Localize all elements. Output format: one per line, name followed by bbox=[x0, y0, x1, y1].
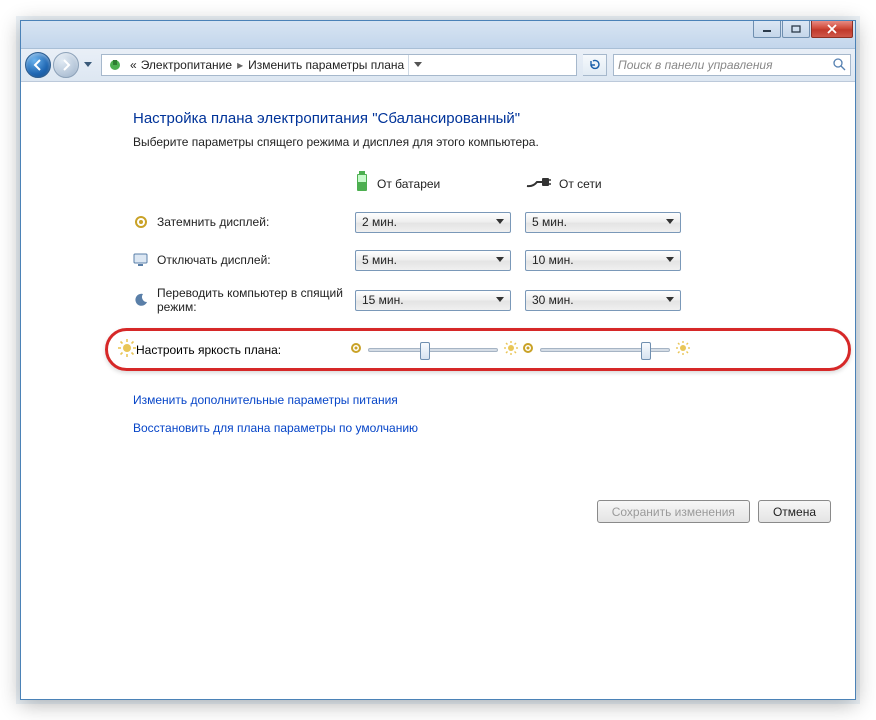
chevron-down-icon bbox=[662, 293, 677, 308]
column-plugged-label: От сети bbox=[559, 177, 602, 191]
history-dropdown[interactable] bbox=[81, 55, 95, 75]
brightness-plugged-slider-group bbox=[522, 341, 690, 358]
links: Изменить дополнительные параметры питани… bbox=[133, 393, 831, 435]
dim-battery-value: 2 мин. bbox=[362, 215, 397, 229]
search-placeholder: Поиск в панели управления bbox=[618, 58, 773, 72]
dim-icon bbox=[133, 214, 149, 230]
window: « Электропитание ▸ Изменить параметры пл… bbox=[20, 20, 856, 700]
page-title: Настройка плана электропитания "Сбаланси… bbox=[133, 110, 831, 127]
brightness-plugged-slider[interactable] bbox=[540, 348, 670, 352]
chevron-right-icon: ▸ bbox=[237, 58, 243, 72]
dim-battery-select[interactable]: 2 мин. bbox=[355, 212, 511, 233]
row-sleep-label: Переводить компьютер в спящий режим: bbox=[157, 286, 355, 314]
search-icon bbox=[832, 57, 846, 74]
brightness-battery-slider[interactable] bbox=[368, 348, 498, 352]
footer-buttons: Сохранить изменения Отмена bbox=[597, 500, 831, 523]
restore-defaults-link[interactable]: Восстановить для плана параметры по умол… bbox=[133, 421, 831, 435]
cancel-button[interactable]: Отмена bbox=[758, 500, 831, 523]
dim-plugged-select[interactable]: 5 мин. bbox=[525, 212, 681, 233]
sleep-plugged-value: 30 мин. bbox=[532, 293, 574, 307]
sun-dim-icon bbox=[522, 342, 534, 357]
columns-header: От батареи От сети bbox=[355, 171, 831, 196]
row-brightness: Настроить яркость плана: bbox=[105, 328, 851, 371]
power-options-icon bbox=[107, 57, 123, 73]
column-battery: От батареи bbox=[355, 171, 525, 196]
advanced-settings-link[interactable]: Изменить дополнительные параметры питани… bbox=[133, 393, 831, 407]
moon-icon bbox=[133, 292, 149, 308]
display-off-battery-select[interactable]: 5 мин. bbox=[355, 250, 511, 271]
column-plugged: От сети bbox=[525, 171, 695, 196]
brightness-battery-slider-group bbox=[350, 341, 518, 358]
row-brightness-label: Настроить яркость плана: bbox=[136, 343, 350, 357]
breadcrumb-item[interactable]: Изменить параметры плана bbox=[248, 58, 404, 72]
address-dropdown[interactable] bbox=[408, 55, 426, 75]
sleep-battery-select[interactable]: 15 мин. bbox=[355, 290, 511, 311]
close-button[interactable] bbox=[811, 21, 853, 38]
dim-plugged-value: 5 мин. bbox=[532, 215, 567, 229]
chevron-down-icon bbox=[662, 215, 677, 230]
row-display-off-label: Отключать дисплей: bbox=[157, 253, 355, 267]
battery-icon bbox=[355, 171, 369, 196]
sleep-battery-value: 15 мин. bbox=[362, 293, 404, 307]
save-button[interactable]: Сохранить изменения bbox=[597, 500, 750, 523]
row-dim-display: Затемнить дисплей: 2 мин. 5 мин. bbox=[133, 210, 831, 234]
navbar: « Электропитание ▸ Изменить параметры пл… bbox=[21, 49, 855, 82]
titlebar bbox=[21, 21, 855, 49]
display-off-plugged-select[interactable]: 10 мин. bbox=[525, 250, 681, 271]
plug-icon bbox=[525, 175, 551, 192]
column-battery-label: От батареи bbox=[377, 177, 440, 191]
search-input[interactable]: Поиск в панели управления bbox=[613, 54, 851, 76]
slider-thumb[interactable] bbox=[420, 342, 430, 360]
back-button[interactable] bbox=[25, 52, 51, 78]
content: Настройка плана электропитания "Сбаланси… bbox=[21, 82, 855, 699]
forward-button[interactable] bbox=[53, 52, 79, 78]
display-off-plugged-value: 10 мин. bbox=[532, 253, 574, 267]
breadcrumb-prefix: « bbox=[130, 58, 137, 72]
chevron-down-icon bbox=[492, 215, 507, 230]
minimize-button[interactable] bbox=[753, 21, 781, 38]
row-display-off: Отключать дисплей: 5 мин. 10 мин. bbox=[133, 248, 831, 272]
sun-icon bbox=[118, 339, 136, 360]
row-sleep: Переводить компьютер в спящий режим: 15 … bbox=[133, 286, 831, 314]
sun-dim-icon bbox=[350, 342, 362, 357]
sleep-plugged-select[interactable]: 30 мин. bbox=[525, 290, 681, 311]
maximize-button[interactable] bbox=[782, 21, 810, 38]
caption-buttons bbox=[752, 21, 853, 38]
page-subtext: Выберите параметры спящего режима и дисп… bbox=[133, 135, 831, 149]
row-dim-label: Затемнить дисплей: bbox=[157, 215, 355, 229]
display-off-battery-value: 5 мин. bbox=[362, 253, 397, 267]
address-bar[interactable]: « Электропитание ▸ Изменить параметры пл… bbox=[101, 54, 577, 76]
monitor-icon bbox=[133, 252, 149, 268]
sun-bright-icon bbox=[504, 341, 518, 358]
breadcrumb[interactable]: « Электропитание ▸ Изменить параметры пл… bbox=[126, 55, 408, 75]
slider-thumb[interactable] bbox=[641, 342, 651, 360]
chevron-down-icon bbox=[492, 253, 507, 268]
refresh-button[interactable] bbox=[583, 54, 607, 76]
chevron-down-icon bbox=[662, 253, 677, 268]
breadcrumb-item[interactable]: Электропитание bbox=[141, 58, 232, 72]
sun-bright-icon bbox=[676, 341, 690, 358]
chevron-down-icon bbox=[492, 293, 507, 308]
